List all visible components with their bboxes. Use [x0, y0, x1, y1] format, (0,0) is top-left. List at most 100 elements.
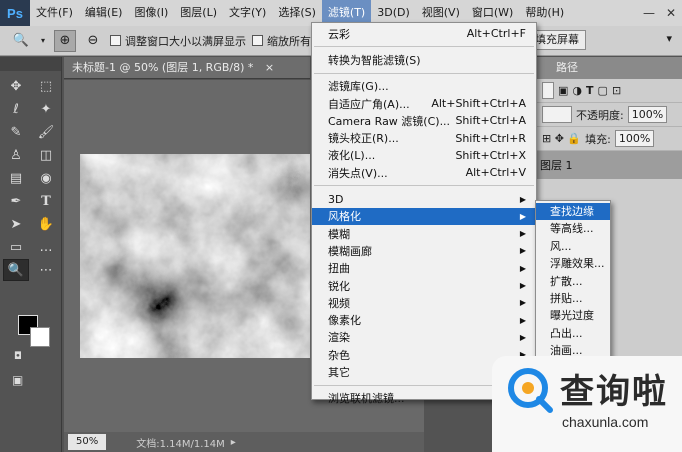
panel-grip[interactable]: [0, 57, 61, 71]
submenu-item-emboss[interactable]: 浮雕效果...: [536, 255, 610, 272]
menu-item-stylize[interactable]: 风格化 ▶: [312, 207, 536, 225]
menu-item-lens-correction[interactable]: 镜头校正(R)... Shift+Ctrl+R: [312, 129, 536, 146]
adjustment-filter-icon[interactable]: ◑: [572, 84, 582, 97]
menu-item-render[interactable]: 渲染 ▶: [312, 329, 536, 346]
opacity-input[interactable]: 100%: [627, 106, 668, 123]
submenu-item-extrude[interactable]: 凸出...: [536, 325, 610, 342]
lasso-tool-icon[interactable]: ℓ: [3, 98, 29, 120]
document-tab[interactable]: 未标题-1 @ 50% (图层 1, RGB/8) * ×: [64, 57, 310, 79]
smart-filter-icon[interactable]: ⊡: [612, 84, 621, 97]
eraser-tool-icon[interactable]: ◫: [33, 144, 59, 166]
magic-wand-tool-icon[interactable]: ✦: [33, 98, 59, 120]
marquee-tool-icon[interactable]: ⬚: [33, 75, 59, 97]
pixel-filter-icon[interactable]: ▣: [558, 84, 568, 97]
zoom-level[interactable]: 50%: [68, 434, 107, 450]
submenu-arrow-icon: ▶: [519, 246, 526, 256]
menu-item-blur-gallery[interactable]: 模糊画廊 ▶: [312, 242, 536, 259]
tab-paths[interactable]: 路径: [548, 57, 586, 79]
stamp-tool-icon[interactable]: ♙: [3, 144, 29, 166]
menu-item-blur[interactable]: 模糊 ▶: [312, 225, 536, 242]
move-tool-icon[interactable]: ✥: [3, 75, 29, 97]
zoom-tool-icon[interactable]: 🔍: [3, 259, 29, 281]
menu-item-distort[interactable]: 扭曲 ▶: [312, 260, 536, 277]
filter-kind-select[interactable]: [542, 82, 554, 99]
submenu-item-wind[interactable]: 风...: [536, 238, 610, 255]
menu-item-clouds[interactable]: 云彩 Alt+Ctrl+F: [312, 25, 536, 42]
path-select-tool-icon[interactable]: ➤: [3, 213, 29, 235]
clouds-canvas-image[interactable]: [80, 154, 310, 358]
menu-item-label: 渲染: [328, 331, 350, 345]
menu-item-convert-smart-filter[interactable]: 转换为智能滤镜(S): [312, 51, 536, 68]
menu-item-camera-raw[interactable]: Camera Raw 滤镜(C)... Shift+Ctrl+A: [312, 112, 536, 129]
burn-tool-icon[interactable]: ◉: [33, 167, 59, 189]
zoom-tool-preset-icon[interactable]: 🔍: [10, 30, 32, 52]
submenu-item-tiles[interactable]: 拼贴...: [536, 290, 610, 307]
fill-input[interactable]: 100%: [614, 130, 655, 147]
pen-tool-icon[interactable]: ✒: [3, 190, 29, 212]
submenu-item-find-edges[interactable]: 查找边缘: [536, 203, 610, 221]
minimize-icon[interactable]: —: [638, 0, 660, 26]
collapsed-tab[interactable]: [536, 57, 548, 79]
menu-item-label: Camera Raw 滤镜(C)...: [328, 114, 451, 128]
menu-item-shortcut: Alt+Ctrl+F: [466, 27, 526, 41]
menu-item-sharpen[interactable]: 锐化 ▶: [312, 277, 536, 294]
watermark-text: 查询啦: [560, 372, 668, 412]
menu-item-label: 视频: [328, 296, 350, 310]
submenu-arrow-icon: ▶: [519, 281, 526, 290]
lock-icons[interactable]: ⊞ ✥ 🔒: [542, 132, 581, 145]
opacity-label: 不透明度:: [576, 108, 624, 122]
menu-item-video[interactable]: 视频 ▶: [312, 294, 536, 311]
quick-mask-icon[interactable]: ◘: [14, 351, 22, 362]
layer-name: 图层 1: [540, 159, 573, 172]
menu-item-filter-gallery[interactable]: 滤镜库(G)...: [312, 78, 536, 95]
zoom-out-icon[interactable]: ⊖: [82, 30, 104, 52]
watermark-logo-icon: [508, 368, 553, 413]
menu-item-adaptive-wide-angle[interactable]: 自适应广角(A)... Alt+Shift+Ctrl+A: [312, 95, 536, 112]
resize-windows-option[interactable]: 调整窗口大小以满屏显示: [110, 33, 246, 49]
menu-item-shortcut: Alt+Shift+Ctrl+A: [431, 97, 526, 111]
menu-image[interactable]: 图像(I): [128, 0, 174, 26]
menu-separator: [314, 72, 534, 74]
zoom-all-option[interactable]: 缩放所有: [252, 33, 311, 49]
blend-mode-select[interactable]: [542, 106, 572, 123]
status-arrow-icon[interactable]: ▸: [231, 437, 236, 448]
menu-type[interactable]: 文字(Y): [223, 0, 272, 26]
close-tab-icon[interactable]: ×: [265, 61, 274, 74]
rectangle-tool-icon[interactable]: ▭: [3, 236, 29, 258]
type-tool-icon[interactable]: T: [33, 190, 59, 212]
menu-separator: [314, 185, 534, 187]
chevron-down-icon[interactable]: ▾: [38, 30, 48, 52]
submenu-item-solarize[interactable]: 曝光过度: [536, 307, 610, 324]
menu-item-liquify[interactable]: 液化(L)... Shift+Ctrl+X: [312, 147, 536, 164]
menu-item-pixelate[interactable]: 像素化 ▶: [312, 311, 536, 328]
watermark-overlay: 查询啦 chaxunla.com: [492, 356, 682, 452]
menu-layer[interactable]: 图层(L): [174, 0, 223, 26]
submenu-item-diffuse[interactable]: 扩散...: [536, 273, 610, 290]
menu-item-label: 转换为智能滤镜(S): [328, 53, 421, 67]
gradient-tool-icon[interactable]: ▤: [3, 167, 29, 189]
close-icon[interactable]: ✕: [660, 0, 682, 26]
more-tools-icon[interactable]: …: [33, 236, 59, 258]
resize-windows-checkbox[interactable]: [110, 34, 121, 46]
opacity-row: 不透明度: 100%: [536, 103, 682, 127]
zoom-all-checkbox[interactable]: [252, 34, 263, 46]
menu-file[interactable]: 文件(F): [30, 0, 79, 26]
menu-item-3d[interactable]: 3D ▶: [312, 190, 536, 207]
menu-item-vanishing-point[interactable]: 消失点(V)... Alt+Ctrl+V: [312, 164, 536, 181]
menu-item-label: 模糊: [328, 227, 350, 241]
screen-mode-icon[interactable]: ▣: [12, 373, 23, 387]
workspace-chevron-icon[interactable]: ▾: [666, 32, 672, 45]
layer-row[interactable]: 图层 1: [536, 151, 682, 179]
shape-filter-icon[interactable]: ▢: [598, 84, 608, 97]
stylize-submenu: 查找边缘 等高线... 风... 浮雕效果... 扩散... 拼贴... 曝光过…: [535, 200, 611, 358]
tools-panel: ✥ ⬚ ℓ ✦ ✎ 🖌 ♙ ◫ ▤ ◉ ✒ T ➤ ✋ ▭ … 🔍 ⋯ ◘ ▣: [0, 57, 62, 452]
extra-tools-icon[interactable]: ⋯: [33, 259, 59, 281]
zoom-in-icon[interactable]: ⊕: [54, 29, 76, 52]
eyedropper-tool-icon[interactable]: ✎: [3, 121, 29, 143]
brush-tool-icon[interactable]: 🖌: [33, 121, 59, 143]
background-color-swatch[interactable]: [30, 327, 50, 347]
menu-edit[interactable]: 编辑(E): [79, 0, 129, 26]
hand-tool-icon[interactable]: ✋: [33, 213, 59, 235]
type-filter-icon[interactable]: T: [586, 84, 594, 97]
submenu-item-contour[interactable]: 等高线...: [536, 220, 610, 237]
